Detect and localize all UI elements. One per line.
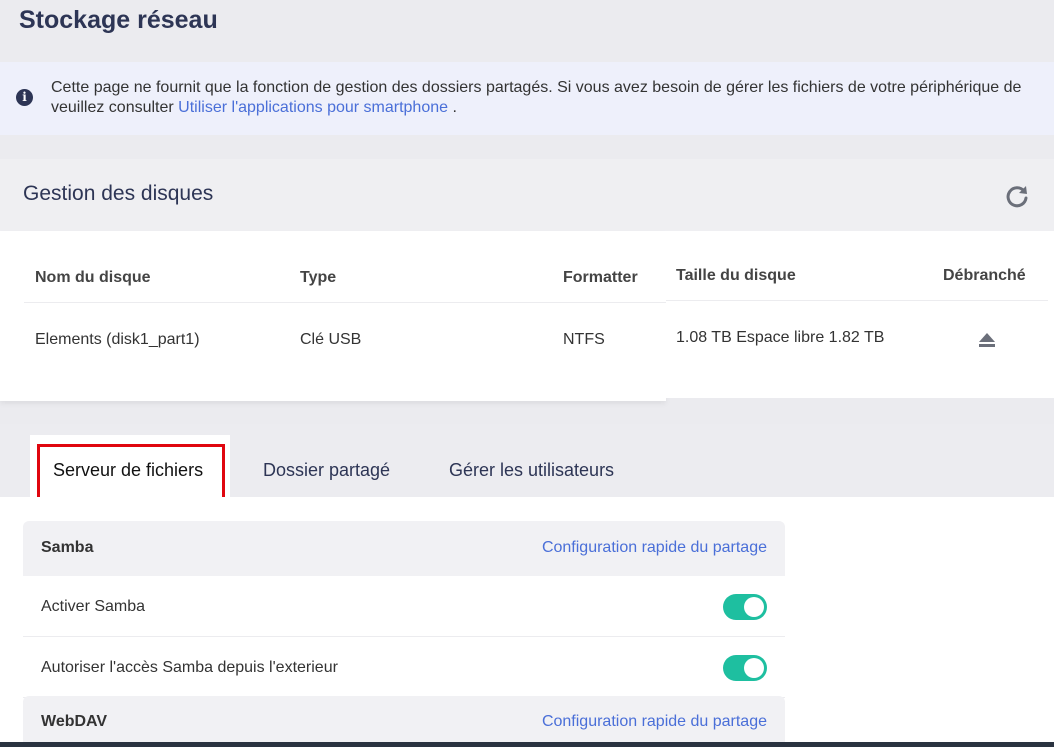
- toggle-knob: [744, 597, 764, 617]
- smartphone-app-link[interactable]: Utiliser l'applications pour smartphone: [178, 99, 448, 116]
- column-header-unplugged: Débranché: [943, 267, 1026, 284]
- info-banner-line1: Cette page ne fournit que la fonction de…: [51, 79, 1022, 96]
- setting-label: Autoriser l'accès Samba depuis l'exterie…: [41, 659, 338, 676]
- webdav-section-header: WebDAV Configuration rapide du partage: [23, 696, 785, 747]
- refresh-icon[interactable]: [1004, 183, 1030, 209]
- disk-table-left: Nom du disque Type Formatter Elements (d…: [0, 231, 666, 401]
- info-banner-period: .: [448, 99, 457, 116]
- disk-format-cell: NTFS: [563, 331, 605, 348]
- samba-section-header: Samba Configuration rapide du partage: [23, 521, 785, 576]
- setting-row-enable-samba: Activer Samba: [23, 576, 785, 637]
- disk-management-title: Gestion des disques: [23, 182, 214, 205]
- tab-manage-users[interactable]: Gérer les utilisateurs: [449, 460, 614, 481]
- tab-shared-folder[interactable]: Dossier partagé: [263, 460, 390, 481]
- disk-type-cell: Clé USB: [300, 331, 362, 348]
- disk-management-header: Gestion des disques: [0, 159, 1054, 231]
- samba-quick-config-link[interactable]: Configuration rapide du partage: [542, 539, 767, 557]
- column-header-disk-name: Nom du disque: [35, 269, 151, 286]
- column-header-disk-size: Taille du disque: [676, 267, 796, 284]
- bottom-bar: [0, 742, 1054, 747]
- disk-name-cell: Elements (disk1_part1): [35, 331, 200, 348]
- info-banner-line2: veuillez consulter: [51, 99, 179, 116]
- enable-samba-toggle[interactable]: [723, 594, 767, 620]
- info-banner: i Cette page ne fournit que la fonction …: [0, 62, 1054, 135]
- disk-size-cell: 1.08 TB Espace libre 1.82 TB: [676, 329, 885, 346]
- setting-row-samba-external: Autoriser l'accès Samba depuis l'exterie…: [23, 637, 785, 698]
- webdav-quick-config-link[interactable]: Configuration rapide du partage: [542, 713, 767, 731]
- info-icon: i: [16, 89, 33, 106]
- disk-table-right: Taille du disque Débranché 1.08 TB Espac…: [666, 231, 1054, 398]
- column-header-type: Type: [300, 269, 337, 286]
- info-banner-text: Cette page ne fournit que la fonction de…: [51, 78, 1054, 118]
- toggle-knob: [744, 658, 764, 678]
- table-divider: [666, 300, 1048, 301]
- page-title: Stockage réseau: [19, 6, 218, 34]
- column-header-format: Formatter: [563, 269, 638, 286]
- eject-icon[interactable]: [977, 330, 997, 350]
- webdav-section-title: WebDAV: [41, 713, 108, 730]
- setting-label: Activer Samba: [41, 598, 146, 615]
- samba-section-title: Samba: [41, 539, 94, 556]
- samba-external-access-toggle[interactable]: [723, 655, 767, 681]
- table-divider: [24, 302, 666, 303]
- file-server-panel: Samba Configuration rapide du partage Ac…: [0, 497, 1054, 747]
